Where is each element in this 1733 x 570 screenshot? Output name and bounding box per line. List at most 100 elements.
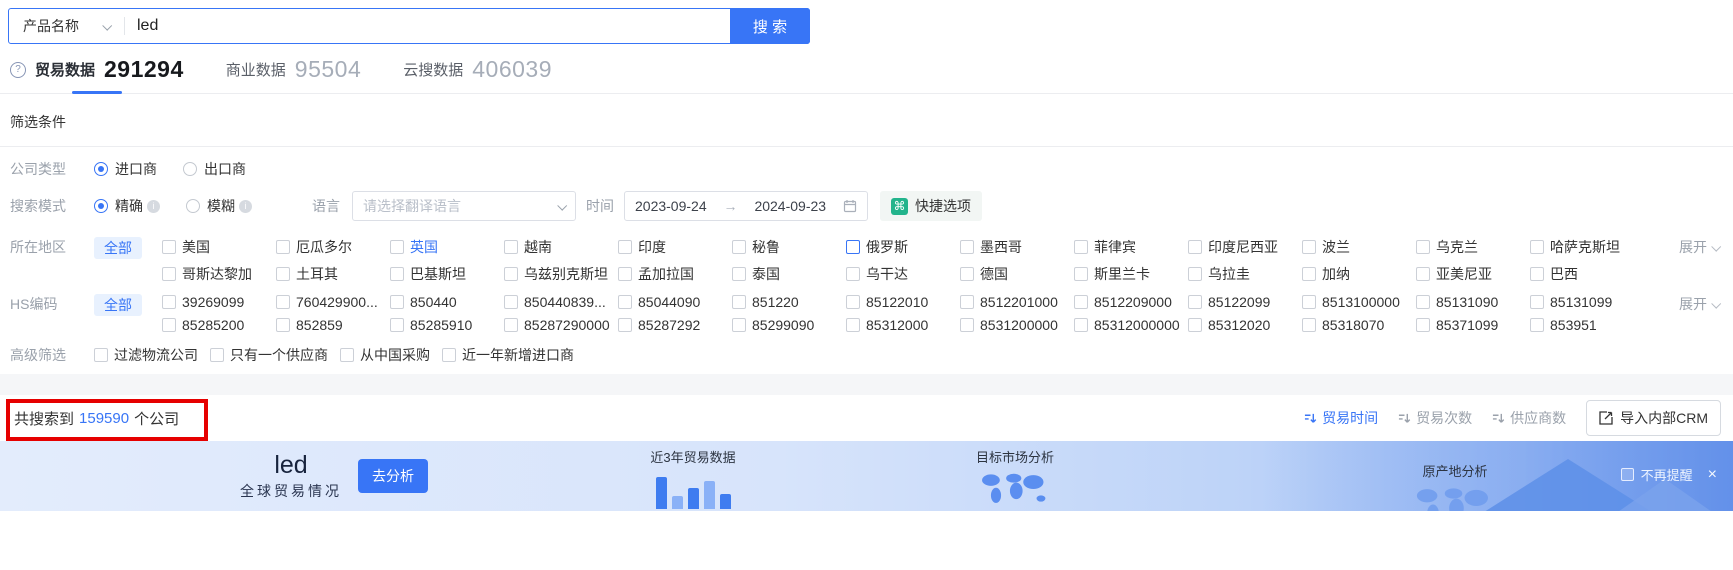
region-checkbox[interactable]: 斯里兰卡	[1074, 264, 1188, 284]
region-checkbox[interactable]: 巴西	[1530, 264, 1644, 284]
region-checkbox[interactable]: 乌干达	[846, 264, 960, 284]
region-checkbox[interactable]: 土耳其	[276, 264, 390, 284]
tab-trade-data[interactable]: ? 贸易数据 291294	[10, 56, 184, 83]
hs-code-checkbox[interactable]: 85122010	[846, 294, 960, 310]
radio-exact[interactable]: 精确 i	[94, 196, 160, 216]
close-icon[interactable]: ×	[1708, 466, 1717, 484]
region-all-chip[interactable]: 全部	[94, 237, 142, 259]
region-checkbox[interactable]: 厄瓜多尔	[276, 237, 390, 257]
hs-expand-link[interactable]: 展开	[1679, 294, 1733, 314]
region-checkbox[interactable]: 加纳	[1302, 264, 1416, 284]
region-checkbox[interactable]: 英国	[390, 237, 504, 257]
checkbox-label: 85044090	[638, 294, 701, 310]
checkbox-label: 85371099	[1436, 317, 1499, 333]
radio-exporter[interactable]: 出口商	[183, 159, 246, 179]
analyze-button[interactable]: 去分析	[358, 459, 428, 493]
quick-options-button[interactable]: ⌘ 快捷选项	[880, 191, 982, 221]
language-select[interactable]: 请选择翻译语言	[352, 191, 576, 221]
checkbox-icon	[846, 295, 860, 309]
banner-section-title: 原产地分析	[1422, 464, 1488, 479]
hs-code-checkbox[interactable]: 8531200000	[960, 317, 1074, 333]
advanced-checkbox[interactable]: 从中国采购	[340, 345, 430, 365]
region-checkbox[interactable]: 孟加拉国	[618, 264, 732, 284]
region-checkbox[interactable]: 印度	[618, 237, 732, 257]
region-checkbox[interactable]: 乌拉圭	[1188, 264, 1302, 284]
region-checkbox[interactable]: 乌克兰	[1416, 237, 1530, 257]
checkbox-icon	[1302, 295, 1316, 309]
region-checkbox[interactable]: 哥斯达黎加	[162, 264, 276, 284]
checkbox-label: 印度	[638, 239, 666, 255]
hs-code-checkbox[interactable]: 853951	[1530, 317, 1644, 333]
search-category-label: 产品名称	[23, 18, 79, 34]
region-checkbox[interactable]: 墨西哥	[960, 237, 1074, 257]
date-range-picker[interactable]: 2023-09-24 → 2024-09-23	[624, 191, 868, 221]
checkbox-icon	[1416, 318, 1430, 332]
import-crm-button[interactable]: 导入内部CRM	[1586, 400, 1721, 436]
radio-importer[interactable]: 进口商	[94, 159, 157, 179]
checkbox-label: 85122099	[1208, 294, 1271, 310]
results-count[interactable]: 159590	[79, 410, 129, 427]
hs-all-chip[interactable]: 全部	[94, 294, 142, 316]
expand-label: 展开	[1679, 239, 1707, 255]
hs-code-checkbox[interactable]: 852859	[276, 317, 390, 333]
hs-code-checkbox[interactable]: 85371099	[1416, 317, 1530, 333]
hs-code-checkbox[interactable]: 8513100000	[1302, 294, 1416, 310]
region-checkbox[interactable]: 越南	[504, 237, 618, 257]
advanced-checkbox[interactable]: 近一年新增进口商	[442, 345, 574, 365]
advanced-checkbox[interactable]: 只有一个供应商	[210, 345, 328, 365]
tab-label: 商业数据	[225, 62, 286, 79]
region-checkbox[interactable]: 巴基斯坦	[390, 264, 504, 284]
checkbox-icon	[390, 267, 404, 281]
hs-code-checkbox[interactable]: 85287290000	[504, 317, 618, 333]
hs-code-checkbox[interactable]: 760429900...	[276, 294, 390, 310]
tab-count: 95504	[294, 56, 362, 82]
region-checkbox[interactable]: 哈萨克斯坦	[1530, 237, 1644, 257]
radio-fuzzy[interactable]: 模糊 i	[186, 196, 252, 216]
hs-code-checkbox[interactable]: 85318070	[1302, 317, 1416, 333]
hs-code-checkbox[interactable]: 85285910	[390, 317, 504, 333]
checkbox-icon	[504, 318, 518, 332]
search-category-dropdown[interactable]: 产品名称	[9, 9, 124, 43]
tab-business-data[interactable]: 商业数据 95504	[226, 56, 361, 83]
region-checkbox[interactable]: 乌兹别克斯坦	[504, 264, 618, 284]
question-circle-icon: ?	[10, 61, 26, 78]
sort-supplier-count[interactable]: 供应商数	[1492, 408, 1566, 428]
hs-code-checkbox[interactable]: 8512209000	[1074, 294, 1188, 310]
region-checkbox[interactable]: 菲律宾	[1074, 237, 1188, 257]
hs-code-checkbox[interactable]: 39269099	[162, 294, 276, 310]
hs-code-checkbox[interactable]: 85287292	[618, 317, 732, 333]
hs-code-checkbox[interactable]: 85131099	[1530, 294, 1644, 310]
region-checkbox[interactable]: 印度尼西亚	[1188, 237, 1302, 257]
advanced-filter-label: 高级筛选	[10, 347, 66, 363]
hs-code-checkbox[interactable]: 85312020	[1188, 317, 1302, 333]
hs-code-checkbox[interactable]: 850440	[390, 294, 504, 310]
sort-icon	[1399, 413, 1411, 423]
hs-code-checkbox[interactable]: 851220	[732, 294, 846, 310]
region-expand-link[interactable]: 展开	[1679, 237, 1733, 257]
hs-code-checkbox[interactable]: 85312000	[846, 317, 960, 333]
checkbox-icon	[504, 295, 518, 309]
region-checkbox[interactable]: 波兰	[1302, 237, 1416, 257]
search-input[interactable]	[125, 9, 730, 43]
sort-trade-time[interactable]: 贸易时间	[1304, 408, 1378, 428]
dismiss-checkbox[interactable]	[1620, 468, 1634, 481]
sort-trade-count[interactable]: 贸易次数	[1398, 408, 1472, 428]
hs-code-checkbox[interactable]: 85122099	[1188, 294, 1302, 310]
hs-code-checkbox[interactable]: 85285200	[162, 317, 276, 333]
region-checkbox[interactable]: 德国	[960, 264, 1074, 284]
advanced-checkbox[interactable]: 过滤物流公司	[94, 345, 198, 365]
region-checkbox[interactable]: 亚美尼亚	[1416, 264, 1530, 284]
tab-cloud-search-data[interactable]: 云搜数据 406039	[403, 56, 552, 83]
region-checkbox[interactable]: 泰国	[732, 264, 846, 284]
hs-code-checkbox[interactable]: 85044090	[618, 294, 732, 310]
region-checkbox[interactable]: 俄罗斯	[846, 237, 960, 257]
hs-code-checkbox[interactable]: 850440839...	[504, 294, 618, 310]
hs-code-checkbox[interactable]: 85131090	[1416, 294, 1530, 310]
hs-code-checkbox[interactable]: 8512201000	[960, 294, 1074, 310]
region-checkbox[interactable]: 美国	[162, 237, 276, 257]
region-checkbox[interactable]: 秘鲁	[732, 237, 846, 257]
search-button[interactable]: 搜 索	[730, 8, 810, 44]
hs-code-checkbox[interactable]: 85299090	[732, 317, 846, 333]
import-icon	[1599, 411, 1613, 425]
hs-code-checkbox[interactable]: 85312000000	[1074, 317, 1188, 333]
